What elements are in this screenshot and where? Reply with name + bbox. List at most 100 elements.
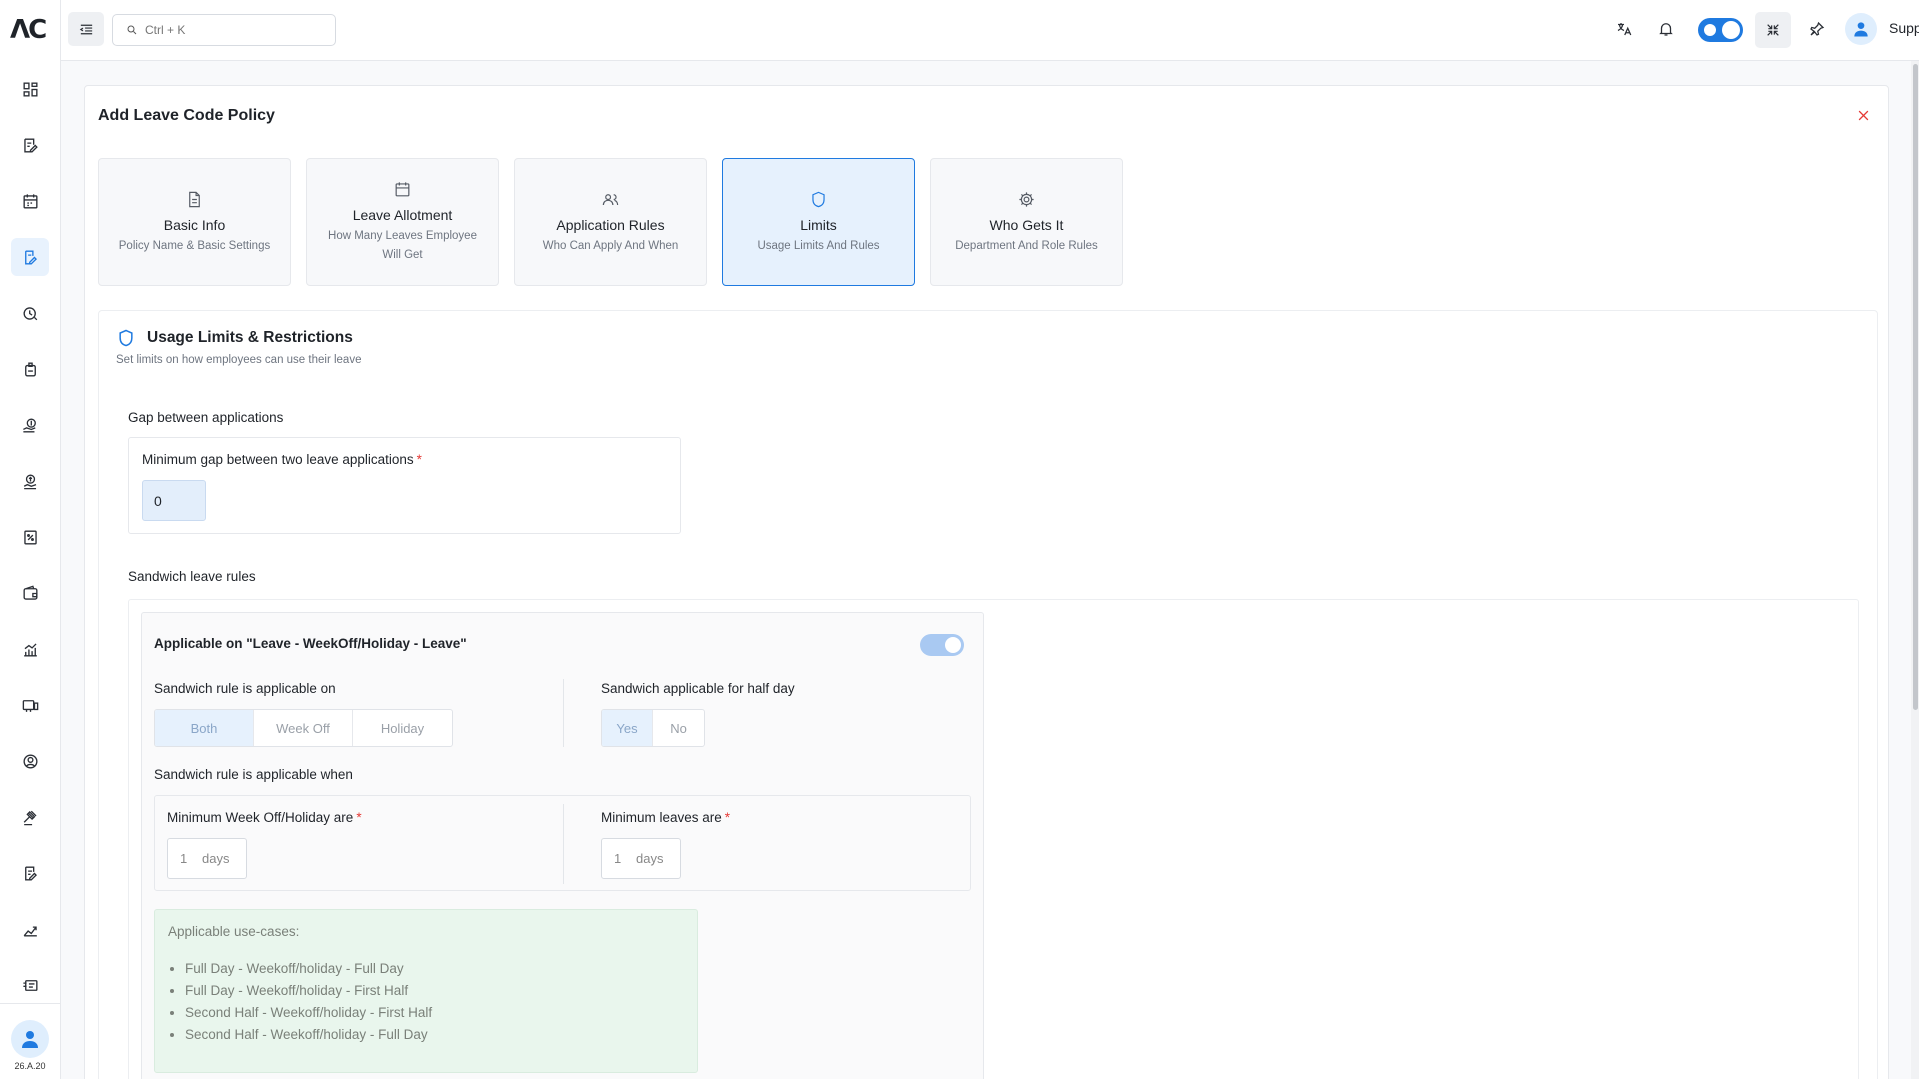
sidebar-item-analytics[interactable]	[11, 910, 49, 948]
app-root: ΛC 26.A.20 Ctrl + K Supp Add Leave Code …	[0, 0, 1919, 1079]
step-leave-allotment[interactable]: Leave Allotment How Many Leaves Employee…	[306, 158, 499, 286]
analytics-icon	[23, 925, 37, 937]
applicable-on-selector: Both Week Off Holiday	[154, 709, 453, 747]
sidebar-item-compliance[interactable]	[11, 798, 49, 836]
user-name[interactable]: Support	[1889, 20, 1919, 36]
step-basic-info[interactable]: Basic Info Policy Name & Basic Settings	[98, 158, 291, 286]
applicable-when-label: Sandwich rule is applicable when	[154, 767, 353, 782]
sandwich-applicable-toggle[interactable]	[920, 634, 964, 656]
sidebar-item-forms[interactable]	[11, 126, 49, 164]
page-scrollbar-thumb[interactable]	[1913, 64, 1918, 710]
document-edit-icon	[24, 865, 37, 881]
sidebar-item-badge[interactable]	[11, 350, 49, 388]
user-icon	[1854, 22, 1868, 37]
sidebar-item-id-card[interactable]	[11, 966, 49, 1004]
divider	[563, 679, 564, 747]
sidebar-item-wallet[interactable]	[11, 574, 49, 612]
close-icon	[1858, 110, 1868, 120]
theme-toggle[interactable]	[1698, 18, 1743, 42]
min-leaves-input[interactable]: 1 days	[601, 838, 681, 879]
step-subtitle: How Many Leaves Employee Will Get	[328, 230, 477, 261]
option-yes[interactable]: Yes	[602, 710, 653, 746]
step-limits[interactable]: Limits Usage Limits And Rules	[722, 158, 915, 286]
sidebar-item-dashboard[interactable]	[11, 70, 49, 108]
gap-field-group: Minimum gap between two leave applicatio…	[128, 437, 681, 534]
search-input[interactable]	[145, 23, 325, 37]
section-title: Usage Limits & Restrictions	[147, 329, 353, 346]
tax-icon	[23, 529, 37, 545]
required-mark: *	[724, 810, 731, 825]
theme-icon	[1704, 24, 1716, 36]
step-subtitle: Department And Role Rules	[955, 240, 1098, 252]
translate-button[interactable]	[1612, 17, 1636, 41]
users-icon	[599, 187, 623, 211]
min-weekoff-label-text: Minimum Week Off/Holiday are	[167, 810, 354, 825]
pin-button[interactable]	[1805, 17, 1829, 41]
sidebar-item-documents[interactable]	[11, 854, 49, 892]
hand-coin-icon	[22, 417, 36, 433]
sidebar-item-leave-policy[interactable]	[11, 238, 49, 276]
sidebar-item-growth[interactable]	[11, 630, 49, 668]
gap-field-label-text: Minimum gap between two leave applicatio…	[142, 452, 414, 467]
sidebar-item-tax[interactable]	[11, 518, 49, 556]
step-title: Who Gets It	[989, 217, 1064, 233]
use-cases-list: Full Day - Weekoff/holiday - Full Day Fu…	[185, 958, 432, 1046]
search-box[interactable]	[112, 14, 336, 46]
sandwich-rules-container: Applicable on "Leave - WeekOff/Holiday -…	[128, 599, 1859, 1079]
sandwich-rule-card: Applicable on "Leave - WeekOff/Holiday -…	[141, 612, 984, 1079]
option-holiday[interactable]: Holiday	[353, 710, 452, 746]
growth-icon	[23, 642, 37, 657]
step-subtitle: Policy Name & Basic Settings	[118, 240, 271, 252]
user-avatar[interactable]	[1845, 13, 1877, 45]
sidebar-item-assets[interactable]	[11, 686, 49, 724]
sidebar-item-calendar[interactable]	[11, 182, 49, 220]
close-button[interactable]	[1853, 105, 1873, 125]
list-item: Second Half - Weekoff/holiday - Full Day	[185, 1024, 432, 1046]
user-icon	[22, 1031, 38, 1048]
option-both[interactable]: Both	[155, 710, 254, 746]
sidebar-item-profile[interactable]	[11, 742, 49, 780]
app-version: 26.A.20	[14, 1061, 46, 1071]
min-gap-input[interactable]: 0	[142, 480, 206, 521]
sandwich-applicable-label: Applicable on "Leave - WeekOff/Holiday -…	[154, 636, 467, 651]
app-logo[interactable]: ΛC	[10, 17, 50, 43]
option-no[interactable]: No	[653, 710, 704, 746]
calendar-icon	[22, 193, 38, 209]
min-weekoff-value: 1	[180, 851, 188, 866]
sandwich-heading: Sandwich leave rules	[128, 569, 256, 584]
sidebar-item-attendance[interactable]	[11, 294, 49, 332]
step-subtitle: Usage Limits And Rules	[757, 240, 880, 252]
gap-heading: Gap between applications	[128, 410, 284, 425]
sidebar-nav	[0, 70, 60, 1022]
fullscreen-button[interactable]	[1755, 12, 1791, 48]
required-mark: *	[416, 452, 422, 467]
dashboard-icon	[22, 81, 38, 97]
option-week-off[interactable]: Week Off	[254, 710, 353, 746]
user-circle-icon	[22, 753, 38, 769]
min-weekoff-input[interactable]: 1 days	[167, 838, 247, 879]
sidebar-item-reimbursement[interactable]	[11, 406, 49, 444]
sidebar-avatar[interactable]	[11, 1020, 49, 1058]
sidebar-item-payroll[interactable]	[11, 462, 49, 500]
step-application-rules[interactable]: Application Rules Who Can Apply And When	[514, 158, 707, 286]
payroll-icon	[23, 473, 36, 489]
gap-field-label: Minimum gap between two leave applicatio…	[142, 452, 422, 467]
menu-toggle-button[interactable]	[68, 12, 104, 46]
sidebar: ΛC 26.A.20	[0, 0, 61, 1079]
pin-icon	[1810, 21, 1825, 36]
menu-collapse-icon	[79, 24, 92, 34]
notifications-button[interactable]	[1654, 17, 1678, 41]
list-item: Second Half - Weekoff/holiday - First Ha…	[185, 1002, 432, 1024]
gear-icon	[1015, 187, 1039, 211]
applicable-when-group: Minimum Week Off/Holiday are * 1 days Min…	[154, 795, 971, 891]
step-who-gets-it[interactable]: Who Gets It Department And Role Rules	[930, 158, 1123, 286]
sidebar-footer: 26.A.20	[0, 1003, 60, 1079]
add-leave-policy-dialog: Add Leave Code Policy Basic Info Policy …	[84, 85, 1889, 1079]
search-icon	[127, 25, 137, 35]
step-title: Basic Info	[163, 217, 226, 233]
list-item: Full Day - Weekoff/holiday - Full Day	[185, 958, 432, 980]
half-day-selector: Yes No	[601, 709, 705, 747]
step-title: Leave Allotment	[352, 207, 453, 223]
min-weekoff-label: Minimum Week Off/Holiday are *	[167, 810, 362, 825]
usage-limits-section: Usage Limits & Restrictions Set limits o…	[98, 310, 1878, 1079]
